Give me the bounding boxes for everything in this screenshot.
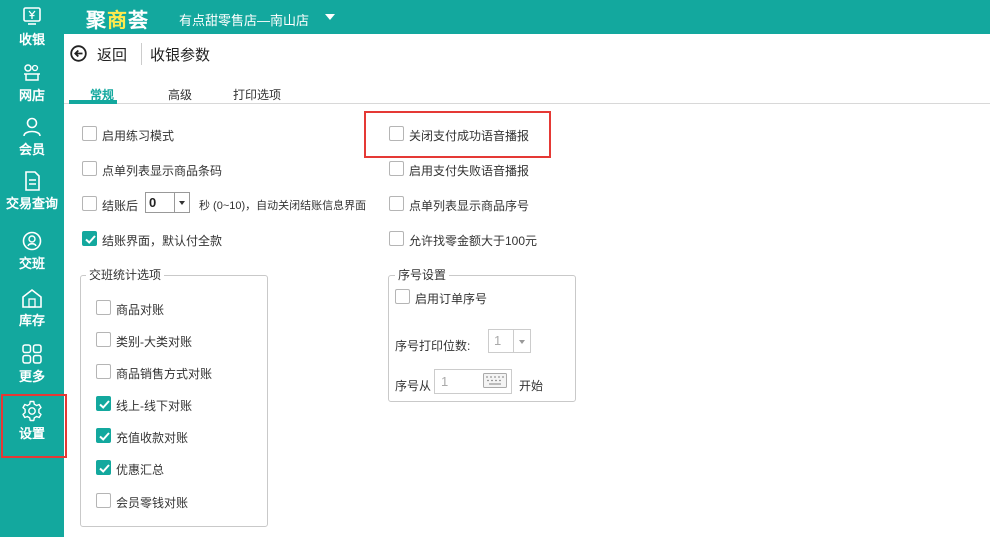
sidebar-item-label: 会员 <box>18 142 45 157</box>
checkbox-box[interactable] <box>389 231 404 246</box>
caret-down-icon <box>179 201 185 205</box>
close-seconds-hint: 秒 (0~10)，自动关闭结账信息界面 <box>199 200 367 212</box>
checkbox-box[interactable] <box>395 289 410 304</box>
online-store-icon <box>24 64 40 81</box>
sidebar-item-label: 交班 <box>18 256 45 271</box>
checkbox-box[interactable] <box>96 460 111 475</box>
sidebar-item-inventory[interactable]: 库存 <box>0 285 64 335</box>
chevron-down-icon[interactable] <box>325 14 335 20</box>
checkbox-box[interactable] <box>82 126 97 141</box>
tab-advanced[interactable]: 高级 <box>168 86 192 103</box>
back-button[interactable]: 返回 <box>97 44 127 65</box>
checkmark-icon <box>99 432 110 441</box>
keyboard-icon[interactable] <box>483 373 507 388</box>
inventory-icon <box>22 288 42 308</box>
checkbox-box[interactable] <box>389 161 404 176</box>
sidebar-item-label: 交易查询 <box>5 196 58 211</box>
sidebar-item-label: 库存 <box>18 313 45 328</box>
transaction-query-icon <box>25 171 40 191</box>
settings-highlight-box <box>1 394 67 458</box>
member-icon <box>23 117 41 137</box>
checkbox-box[interactable] <box>96 364 111 379</box>
checkbox-box[interactable] <box>82 196 97 211</box>
sidebar: 收银 网店 会员 交易查询 交班 库存 更多 设置 <box>0 0 67 537</box>
checkmark-icon <box>99 464 110 473</box>
serial-digits-label: 序号打印位数: <box>395 339 471 353</box>
checkmark-icon <box>99 400 110 409</box>
shift-stats-legend: 交班统计选项 <box>86 266 165 283</box>
checkbox-box[interactable] <box>96 396 111 411</box>
sidebar-item-member[interactable]: 会员 <box>0 114 64 164</box>
page-title: 收银参数 <box>150 47 211 64</box>
sidebar-item-more[interactable]: 更多 <box>0 341 64 391</box>
checkbox-box[interactable] <box>389 126 404 141</box>
checkbox-box[interactable] <box>389 196 404 211</box>
checkbox-box[interactable] <box>96 428 111 443</box>
close-seconds-input[interactable]: 0 <box>145 192 175 213</box>
serial-start-label: 序号从 <box>395 379 432 393</box>
top-bar: 聚商荟 有点甜零售店—南山店 <box>64 0 990 34</box>
app-logo: 聚商荟 <box>86 10 149 32</box>
sidebar-item-label: 更多 <box>18 369 45 384</box>
sidebar-item-cashier[interactable]: 收银 <box>0 6 64 56</box>
caret-down-icon <box>519 340 525 344</box>
serial-start-suffix: 开始 <box>519 379 544 393</box>
sidebar-item-online-store[interactable]: 网店 <box>0 60 64 110</box>
store-selector[interactable]: 有点甜零售店—南山店 <box>179 10 309 29</box>
more-icon <box>22 344 42 364</box>
tab-print-options[interactable]: 打印选项 <box>233 86 281 103</box>
header-divider <box>141 43 142 65</box>
tab-bar: 常规 高级 打印选项 <box>64 80 990 104</box>
sidebar-item-shift-handover[interactable]: 交班 <box>0 228 64 278</box>
serial-settings-legend: 序号设置 <box>395 266 450 283</box>
checkbox-box[interactable] <box>82 161 97 176</box>
checkbox-box[interactable] <box>96 332 111 347</box>
shift-handover-icon <box>22 231 42 251</box>
sidebar-item-label: 收银 <box>18 32 45 47</box>
checkmark-icon <box>85 235 96 244</box>
cashier-icon <box>23 7 41 25</box>
checkbox-box[interactable] <box>96 300 111 315</box>
sidebar-item-label: 网店 <box>18 88 45 103</box>
back-arrow-icon[interactable] <box>70 45 87 62</box>
sidebar-item-transaction-query[interactable]: 交易查询 <box>0 168 64 218</box>
serial-digits-dropdown[interactable] <box>514 329 531 353</box>
close-seconds-dropdown[interactable] <box>175 192 190 213</box>
active-tab-indicator <box>69 100 117 104</box>
serial-digits-select[interactable]: 1 <box>488 329 514 353</box>
checkbox-box[interactable] <box>96 493 111 508</box>
checkbox-box[interactable] <box>82 231 97 246</box>
